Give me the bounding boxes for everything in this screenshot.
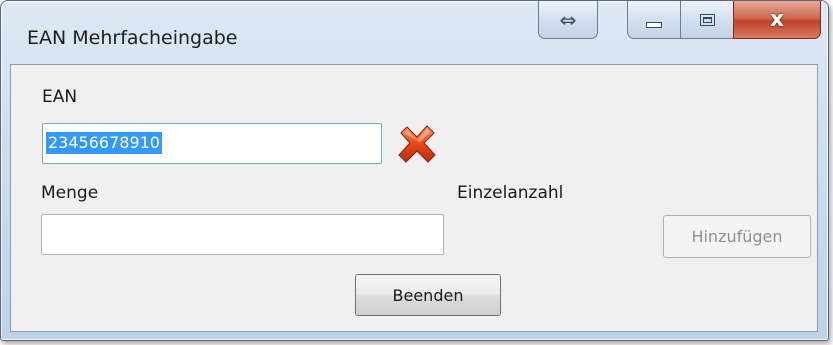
- close-icon: x: [769, 6, 785, 32]
- resize-arrows-icon: ⇔: [559, 7, 577, 32]
- resize-button[interactable]: ⇔: [538, 1, 598, 39]
- minimize-button[interactable]: [627, 1, 681, 39]
- ean-label: EAN: [42, 87, 78, 107]
- minimize-icon: [646, 21, 662, 28]
- menge-input[interactable]: [41, 214, 444, 255]
- add-button[interactable]: Hinzufügen: [663, 215, 811, 258]
- maximize-button[interactable]: [680, 1, 734, 39]
- close-button[interactable]: x: [733, 1, 821, 39]
- red-x-icon: [398, 125, 436, 163]
- maximize-icon: [699, 13, 715, 26]
- einzelanzahl-label: Einzelanzahl: [457, 183, 564, 203]
- ean-input[interactable]: 23456678910: [42, 123, 382, 164]
- window-title: EAN Mehrfacheingabe: [27, 27, 238, 49]
- menge-label: Menge: [41, 183, 99, 203]
- dialog-client-area: EAN 23456678910 Menge Einzelanzahl Hinzu…: [10, 64, 818, 332]
- dialog-window: EAN Mehrfacheingabe ⇔ x EAN 23456678910: [0, 0, 829, 341]
- ean-input-value: 23456678910: [46, 132, 162, 154]
- end-button[interactable]: Beenden: [355, 274, 501, 316]
